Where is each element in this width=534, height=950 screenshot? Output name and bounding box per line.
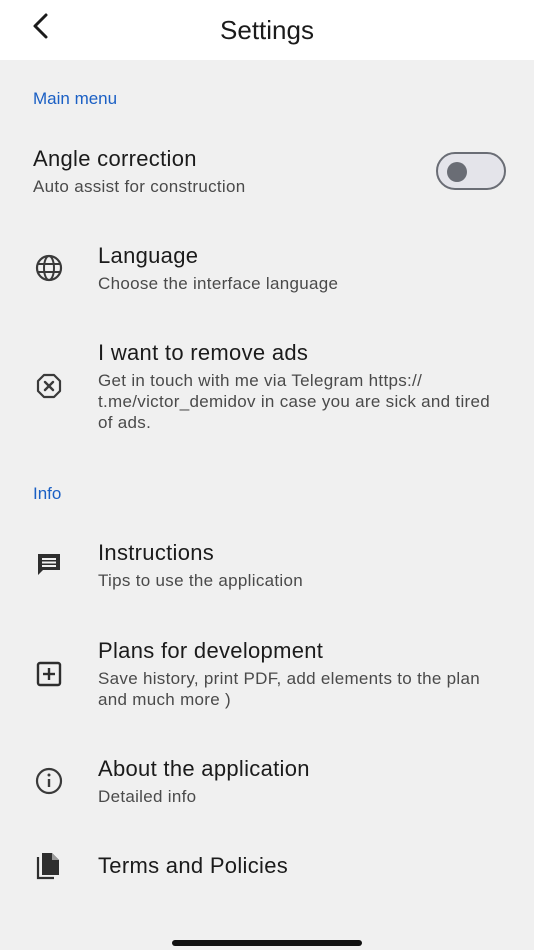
setting-language[interactable]: Language Choose the interface language — [0, 240, 534, 300]
setting-title: About the application — [98, 756, 310, 781]
setting-title: Angle correction — [33, 146, 197, 171]
setting-about[interactable]: About the application Detailed info — [0, 753, 534, 813]
top-bar: Settings — [0, 0, 534, 60]
setting-subtitle: Auto assist for construction — [33, 177, 246, 196]
setting-subtitle: Detailed info — [98, 787, 197, 806]
setting-subtitle: Tips to use the application — [98, 571, 303, 590]
page-title: Settings — [220, 14, 314, 45]
setting-title: Instructions — [98, 540, 215, 565]
chevron-left-icon — [31, 12, 49, 45]
document-icon — [33, 850, 65, 882]
cancel-circle-icon — [33, 370, 65, 402]
setting-terms[interactable]: Terms and Policies — [0, 848, 534, 888]
setting-plans[interactable]: Plans for development Save history, prin… — [0, 635, 534, 715]
back-button[interactable] — [24, 12, 56, 44]
globe-icon — [33, 252, 65, 284]
message-icon — [33, 549, 65, 581]
toggle-knob — [447, 162, 467, 182]
setting-title: I want to remove ads — [98, 340, 309, 365]
setting-subtitle: Save history, print PDF, add elements to… — [98, 669, 480, 709]
info-icon — [33, 765, 65, 797]
setting-remove-ads[interactable]: I want to remove ads Get in touch with m… — [0, 337, 534, 437]
setting-title: Language — [98, 243, 199, 268]
section-header-info: Info — [33, 484, 62, 503]
section-header-main-menu: Main menu — [33, 89, 118, 108]
setting-instructions[interactable]: Instructions Tips to use the application — [0, 537, 534, 597]
angle-correction-toggle[interactable] — [436, 152, 506, 190]
add-box-icon — [33, 658, 65, 690]
setting-subtitle: Get in touch with me via Telegram https:… — [98, 371, 491, 432]
setting-title: Terms and Policies — [98, 853, 289, 878]
setting-subtitle: Choose the interface language — [98, 274, 339, 293]
home-indicator — [172, 940, 362, 946]
setting-title: Plans for development — [98, 638, 324, 663]
